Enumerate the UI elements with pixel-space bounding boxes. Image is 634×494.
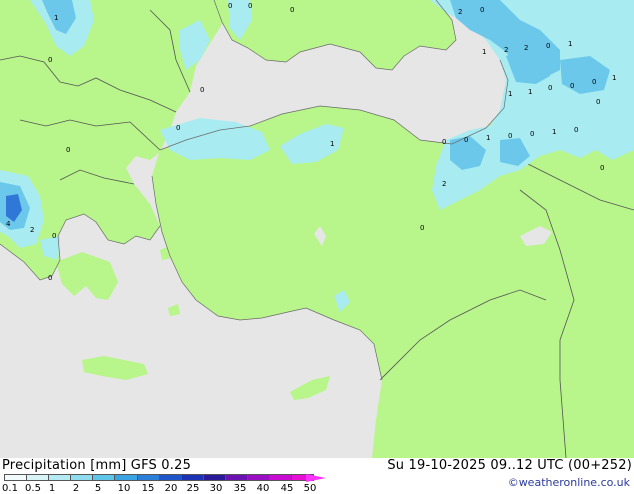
color-scale: [4, 474, 315, 482]
scale-segment: [202, 474, 226, 481]
scale-arrow-icon: [306, 474, 326, 482]
value-label: 2: [524, 44, 528, 52]
value-label: 0: [600, 164, 604, 172]
scale-tick-label: 25: [186, 483, 200, 494]
value-label: 2: [504, 46, 508, 54]
value-label: 0: [596, 98, 600, 106]
scale-tick-label: 40: [256, 483, 270, 494]
scale-segment: [224, 474, 249, 481]
scale-segment: [114, 474, 138, 481]
scale-segment: [269, 474, 293, 481]
value-label: 0: [420, 224, 424, 232]
scale-tick-label: 50: [303, 483, 317, 494]
value-label: 2: [458, 8, 462, 16]
value-label: 0: [66, 146, 70, 154]
value-label: 0: [290, 6, 294, 14]
legend-footer: Precipitation [mm] GFS 0.25 Su 19-10-202…: [0, 458, 634, 494]
scale-tick-label: 20: [164, 483, 178, 494]
value-label: 2: [30, 226, 34, 234]
scale-segment: [136, 474, 160, 481]
value-label: 1: [330, 140, 334, 148]
credit-link[interactable]: ©weatheronline.co.uk: [508, 476, 630, 489]
scale-segment: [4, 474, 28, 481]
value-label: 0: [570, 82, 574, 90]
value-label: 1: [552, 128, 556, 136]
value-label: 0: [442, 138, 446, 146]
value-label: 0: [200, 86, 204, 94]
value-label: 1: [482, 48, 486, 56]
timestamp: Su 19-10-2025 09..12 UTC (00+252): [387, 458, 632, 473]
scale-tick-label: 0.5: [25, 483, 41, 494]
value-label: 1: [528, 88, 532, 96]
value-label: 0: [464, 136, 468, 144]
scale-tick-label: 45: [280, 483, 294, 494]
value-label: 0: [48, 274, 52, 282]
scale-tick-label: 10: [117, 483, 131, 494]
value-label: 0: [248, 2, 252, 10]
value-label: 1: [508, 90, 512, 98]
scale-segment: [247, 474, 271, 481]
value-label: 1: [612, 74, 616, 82]
scale-tick-label: 35: [233, 483, 247, 494]
value-label: 2: [442, 180, 446, 188]
scale-tick-label: 5: [94, 483, 102, 494]
value-label: 0: [548, 84, 552, 92]
scale-segment: [92, 474, 116, 481]
value-label: 4: [6, 220, 11, 228]
scale-segment: [180, 474, 204, 481]
value-label: 1: [568, 40, 572, 48]
scale-tick-label: 2: [72, 483, 80, 494]
map-title: Precipitation [mm] GFS 0.25: [2, 458, 192, 473]
value-label: 0: [546, 42, 550, 50]
scale-segment: [26, 474, 50, 481]
value-label: 0: [480, 6, 484, 14]
value-label: 0: [574, 126, 578, 134]
value-label: 0: [592, 78, 596, 86]
value-label: 1: [54, 14, 58, 22]
value-label: 0: [48, 56, 52, 64]
scale-tick-label: 30: [209, 483, 223, 494]
scale-segment: [48, 474, 72, 481]
value-label: 0: [176, 124, 180, 132]
scale-tick-label: 0.1: [2, 483, 18, 494]
value-label: 0: [508, 132, 512, 140]
value-label: 0: [52, 232, 56, 240]
value-label: 0: [228, 2, 232, 10]
precipitation-map: 1 0 0 0 0 0 0 0 4 2 0 0 1 2 0 1 2 2 0 1 …: [0, 0, 634, 458]
scale-tick-label: 1: [48, 483, 56, 494]
scale-segment: [158, 474, 182, 481]
value-label: 1: [486, 134, 490, 142]
scale-tick-label: 15: [141, 483, 155, 494]
scale-segment: [70, 474, 94, 481]
value-label: 0: [530, 130, 534, 138]
